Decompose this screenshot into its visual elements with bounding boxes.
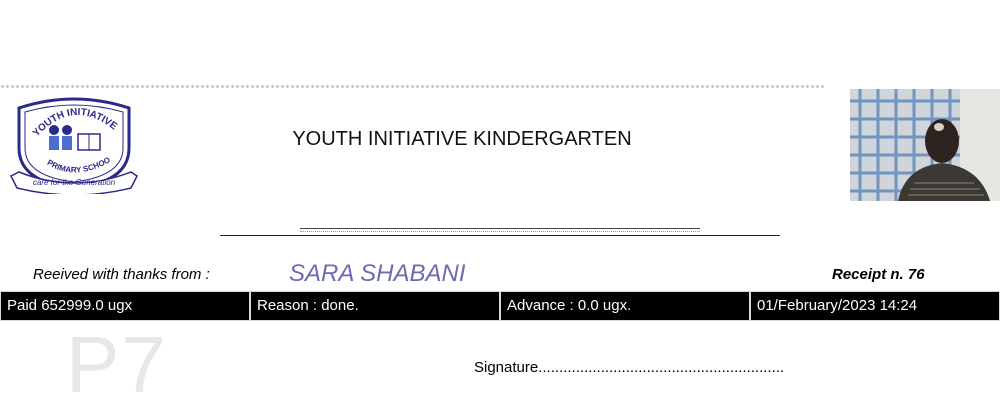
- student-photo: [850, 89, 1000, 201]
- payment-datetime: 01/February/2023 14:24: [750, 291, 1000, 321]
- receipt-number: Receipt n. 76: [832, 266, 925, 283]
- underline-long: [220, 235, 780, 236]
- dotted-divider: [0, 84, 826, 89]
- underline-short-dotted: [300, 231, 700, 232]
- underline-short: [300, 228, 700, 229]
- class-watermark: P7: [66, 320, 168, 409]
- received-from-label: Reeived with thanks from :: [33, 266, 210, 283]
- advance-amount: Advance : 0.0 ugx.: [500, 291, 750, 321]
- logo-ribbon-text: care for the Generation: [33, 178, 116, 187]
- payment-reason: Reason : done.: [250, 291, 500, 321]
- school-name: YOUTH INITIATIVE KINDERGARTEN: [292, 128, 632, 150]
- signature-line: Signature...............................…: [474, 359, 785, 376]
- payer-name: SARA SHABANI: [289, 260, 466, 287]
- payment-info-bar: Paid 652999.0 ugx Reason : done. Advance…: [0, 291, 1000, 321]
- paid-amount: Paid 652999.0 ugx: [0, 291, 250, 321]
